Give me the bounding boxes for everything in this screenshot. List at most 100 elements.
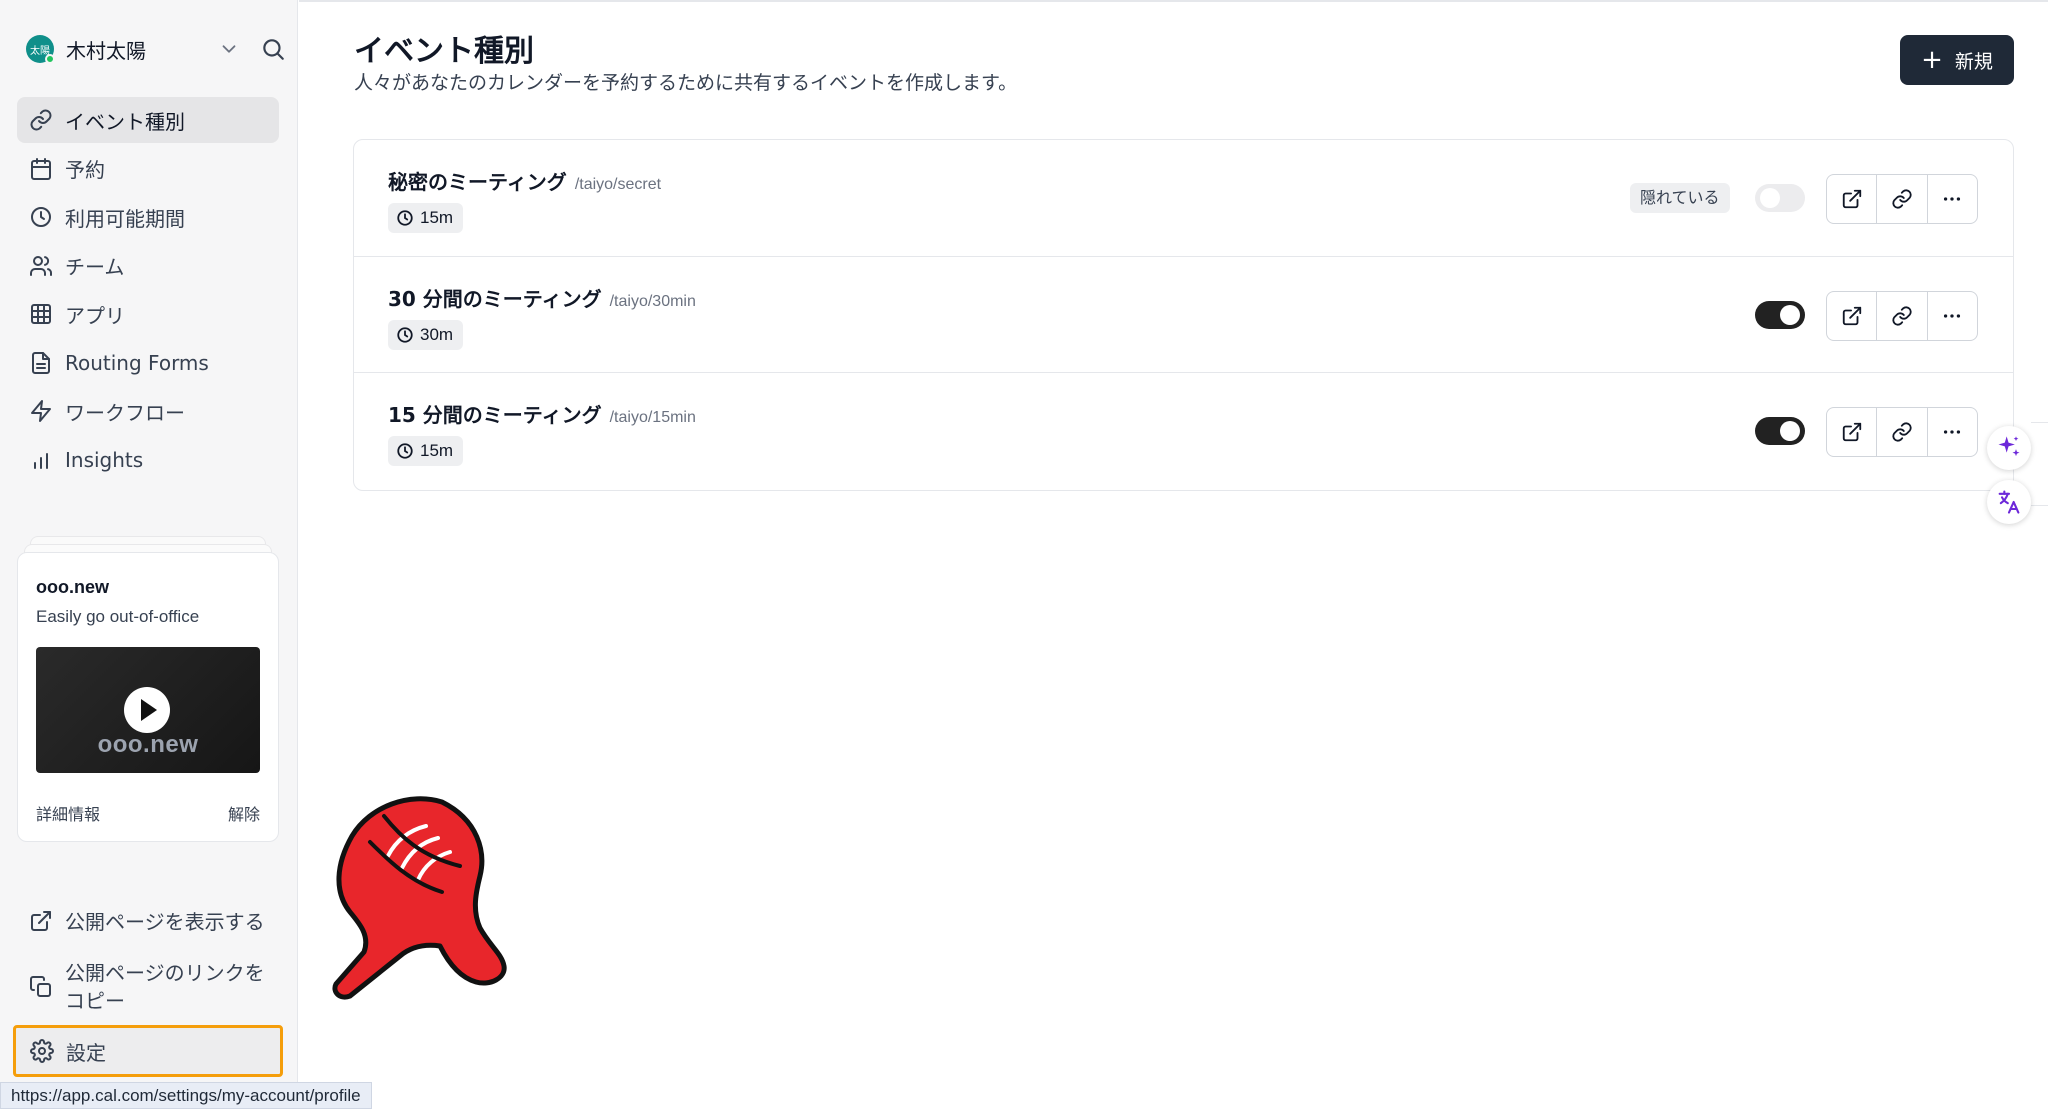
preview-button[interactable]: [1827, 292, 1878, 340]
sidebar-nav: イベント種別 予約 利用可能期間 チーム アプリ Routing Forms ワ…: [17, 97, 279, 485]
clock-icon: [397, 210, 413, 226]
sidebar-item-workflows[interactable]: ワークフロー: [17, 388, 279, 434]
sidebar-item-apps[interactable]: アプリ: [17, 291, 279, 337]
promo-subtitle: Easily go out-of-office: [36, 607, 200, 626]
view-public-page-label: 公開ページを表示する: [65, 910, 265, 934]
event-type-name: 30 分間のミーティング: [388, 287, 602, 311]
ai-assistant-button[interactable]: [1987, 426, 2031, 470]
sidebar-item-availability[interactable]: 利用可能期間: [17, 194, 279, 240]
status-bar-url: https://app.cal.com/settings/my-account/…: [0, 1082, 372, 1109]
new-event-type-button[interactable]: + 新規: [1900, 35, 2014, 85]
link-icon: [1892, 306, 1912, 326]
preview-button[interactable]: [1827, 408, 1878, 456]
page-subtitle: 人々があなたのカレンダーを予約するために共有するイベントを作成します。: [354, 72, 1018, 94]
link-icon: [1892, 189, 1912, 209]
calendar-icon: [29, 157, 53, 181]
event-type-row[interactable]: 15 分間のミーティング/taiyo/15min 15m: [354, 372, 2013, 488]
event-type-title[interactable]: 15 分間のミーティング/taiyo/15min: [388, 399, 696, 428]
video-logo: ooo.new: [97, 731, 199, 758]
event-type-row[interactable]: 30 分間のミーティング/taiyo/30min 30m: [354, 256, 2013, 372]
event-actions: [1826, 174, 1978, 224]
promo-more-link[interactable]: 詳細情報: [36, 801, 100, 825]
copy-public-link-label: 公開ページのリンクを コピー: [65, 959, 265, 1015]
copy-icon: [29, 975, 53, 999]
sidebar-item-bookings[interactable]: 予約: [17, 146, 279, 192]
sidebar-item-routing-forms[interactable]: Routing Forms: [17, 340, 279, 386]
copy-link-line1: 公開ページのリンクを: [65, 961, 265, 985]
copy-public-link-button[interactable]: 公開ページのリンクを コピー: [17, 956, 279, 1018]
online-status-dot: [45, 54, 55, 64]
duration-text: 30m: [420, 325, 454, 344]
duration-badge: 15m: [388, 436, 464, 466]
sidebar-bottom-nav: 公開ページを表示する 公開ページのリンクを コピー: [17, 906, 279, 1018]
external-link-icon: [29, 909, 53, 933]
more-options-button[interactable]: [1928, 175, 1977, 223]
duration-badge: 30m: [388, 320, 464, 350]
zap-icon: [29, 399, 53, 423]
chevron-down-icon[interactable]: [218, 38, 240, 60]
copy-link-button[interactable]: [1877, 175, 1928, 223]
gear-icon: [30, 1039, 54, 1063]
external-link-icon: [1842, 189, 1861, 209]
sidebar-item-label: Routing Forms: [65, 350, 209, 375]
grid-icon: [29, 302, 53, 326]
event-visibility-toggle[interactable]: [1755, 301, 1805, 329]
sidebar-item-teams[interactable]: チーム: [17, 243, 279, 289]
sidebar-item-label: ワークフロー: [65, 400, 185, 425]
event-type-row[interactable]: 秘密のミーティング/taiyo/secret 15m 隠れている: [354, 140, 2013, 256]
more-options-button[interactable]: [1928, 292, 1977, 340]
event-type-title[interactable]: 30 分間のミーティング/taiyo/30min: [388, 283, 696, 312]
clock-icon: [29, 205, 53, 229]
search-icon[interactable]: [260, 36, 286, 62]
sidebar-item-settings[interactable]: 設定: [13, 1025, 283, 1077]
promo-card: ooo.new Easily go out-of-office ooo.new …: [17, 552, 279, 842]
settings-label: 設定: [66, 1040, 106, 1065]
translate-icon: [1998, 490, 2020, 514]
duration-text: 15m: [420, 441, 454, 460]
sidebar-item-label: Insights: [65, 447, 144, 472]
pointing-hand-icon: [332, 796, 507, 1000]
user-name: 木村太陽: [66, 38, 146, 63]
clock-icon: [397, 443, 413, 459]
link-icon: [29, 108, 53, 132]
avatar: 太陽: [26, 35, 55, 64]
sidebar-item-label: チーム: [65, 255, 125, 279]
more-horizontal-icon: [1944, 314, 1961, 318]
user-menu[interactable]: 太陽 木村太陽: [26, 32, 286, 66]
event-type-slug: /taiyo/30min: [609, 293, 696, 310]
promo-dismiss-link[interactable]: 解除: [228, 801, 260, 825]
new-button-label: 新規: [1954, 50, 1993, 73]
sidebar-item-insights[interactable]: Insights: [17, 437, 279, 483]
copy-link-button[interactable]: [1877, 408, 1928, 456]
event-type-name: 15 分間のミーティング: [388, 403, 602, 427]
floating-panel-edge: [2031, 422, 2048, 506]
view-public-page-link[interactable]: 公開ページを表示する: [17, 906, 279, 946]
top-divider: [299, 0, 2048, 2]
sidebar-item-label: 予約: [65, 158, 105, 182]
more-horizontal-icon: [1944, 430, 1961, 434]
event-type-slug: /taiyo/15min: [609, 409, 696, 426]
sidebar: 太陽 木村太陽 イベント種別 予約 利用可能期間 チーム アプリ Routing…: [0, 0, 298, 1109]
promo-video-thumbnail[interactable]: ooo.new: [36, 647, 260, 773]
event-type-slug: /taiyo/secret: [574, 176, 662, 193]
event-actions: [1826, 407, 1978, 457]
toggle-knob: [1760, 188, 1780, 208]
event-actions: [1826, 291, 1978, 341]
more-options-button[interactable]: [1928, 408, 1977, 456]
event-type-title[interactable]: 秘密のミーティング/taiyo/secret: [388, 166, 661, 195]
clock-icon: [397, 327, 413, 343]
external-link-icon: [1842, 422, 1861, 442]
event-visibility-toggle[interactable]: [1755, 417, 1805, 445]
event-type-name: 秘密のミーティング: [388, 170, 567, 194]
promo-title: ooo.new: [36, 577, 109, 597]
preview-button[interactable]: [1827, 175, 1878, 223]
plus-icon: +: [1921, 45, 1943, 75]
sidebar-item-label: アプリ: [65, 303, 125, 328]
event-visibility-toggle[interactable]: [1755, 184, 1805, 212]
toggle-knob: [1780, 421, 1800, 441]
sidebar-item-event-types[interactable]: イベント種別: [17, 97, 279, 143]
copy-link-button[interactable]: [1877, 292, 1928, 340]
translate-button[interactable]: [1987, 480, 2031, 524]
toggle-knob: [1780, 305, 1800, 325]
play-icon[interactable]: [124, 687, 170, 733]
